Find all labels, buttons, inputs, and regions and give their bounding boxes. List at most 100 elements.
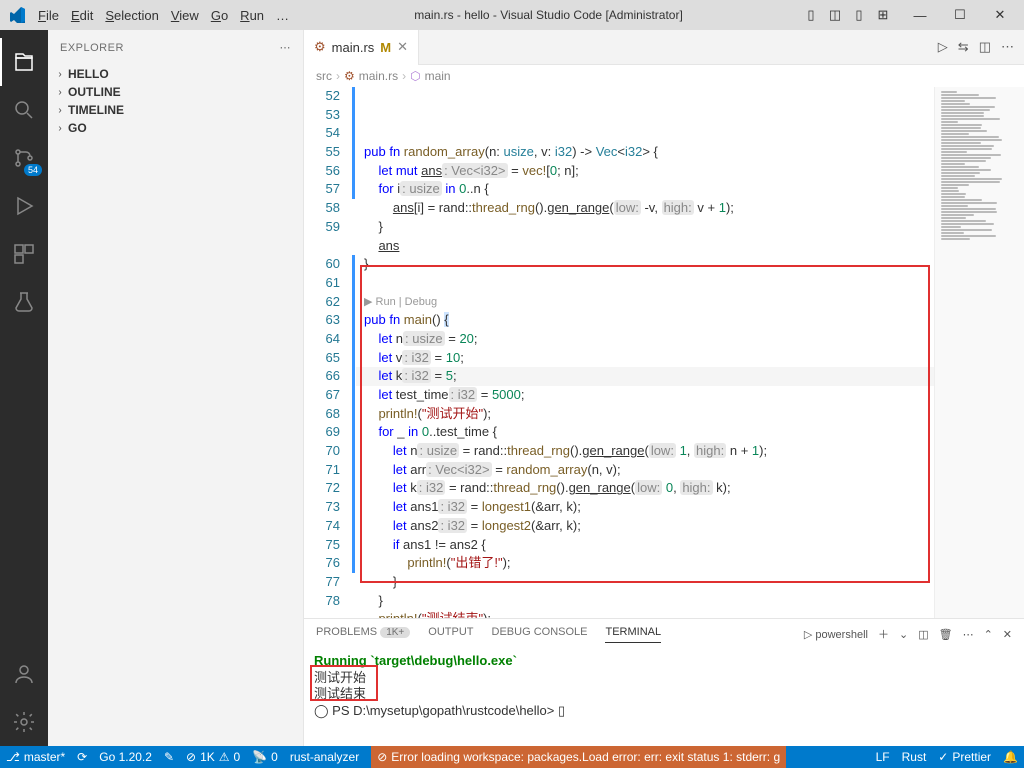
status-sync[interactable]: ⟳ bbox=[77, 750, 87, 764]
layout-sidebar-left-icon[interactable]: ▯ bbox=[802, 6, 820, 24]
code-line-68[interactable]: let arr: Vec<i32> = random_array(n, v); bbox=[356, 461, 934, 480]
code-line-66[interactable]: for _ in 0..test_time { bbox=[356, 423, 934, 442]
explorer-icon[interactable] bbox=[0, 38, 48, 86]
layout-panel-icon[interactable]: ◫ bbox=[826, 6, 844, 24]
breadcrumb-file[interactable]: main.rs bbox=[359, 69, 398, 83]
breadcrumb-src[interactable]: src bbox=[316, 69, 332, 83]
code-line-61[interactable]: let n: usize = 20; bbox=[356, 330, 934, 349]
settings-gear-icon[interactable] bbox=[0, 698, 48, 746]
split-terminal-icon[interactable]: ◫ bbox=[918, 628, 928, 641]
layout-sidebar-right-icon[interactable]: ▯ bbox=[850, 6, 868, 24]
sidebar-section-outline[interactable]: ›OUTLINE bbox=[48, 83, 303, 101]
code-editor[interactable]: 5253545556575859606162636465666768697071… bbox=[304, 87, 1024, 618]
menu-selection[interactable]: Selection bbox=[99, 8, 164, 23]
layout-customize-icon[interactable]: ⊞ bbox=[874, 6, 892, 24]
code-line-69[interactable]: let k: i32 = rand::thread_rng().gen_rang… bbox=[356, 479, 934, 498]
menu-file[interactable]: File bbox=[32, 8, 65, 23]
close-panel-icon[interactable]: ✕ bbox=[1003, 628, 1012, 641]
code-line-62[interactable]: let v: i32 = 10; bbox=[356, 349, 934, 368]
code-line-56[interactable]: } bbox=[356, 218, 934, 237]
status-problems[interactable]: ⊘ 1K ⚠ 0 bbox=[186, 750, 240, 764]
code-line-75[interactable]: } bbox=[356, 592, 934, 611]
status-ports[interactable]: 📡 0 bbox=[252, 750, 278, 764]
editor-more-icon[interactable]: ⋯ bbox=[1001, 39, 1014, 55]
window-title: main.rs - hello - Visual Studio Code [Ad… bbox=[295, 8, 802, 22]
code-line-59[interactable] bbox=[356, 274, 934, 293]
code-line-58[interactable]: } bbox=[356, 255, 934, 274]
code-line-55[interactable]: ans[i] = rand::thread_rng().gen_range(lo… bbox=[356, 199, 934, 218]
code-line-57[interactable]: ans bbox=[356, 237, 934, 256]
sidebar-title: EXPLORER bbox=[60, 42, 124, 54]
kill-terminal-icon[interactable]: 🗑 bbox=[939, 628, 953, 641]
code-line-74[interactable]: } bbox=[356, 573, 934, 592]
maximize-button[interactable]: ☐ bbox=[940, 0, 980, 30]
status-quill[interactable]: ✎ bbox=[164, 750, 174, 764]
menu-view[interactable]: View bbox=[165, 8, 205, 23]
tab-output[interactable]: OUTPUT bbox=[428, 626, 473, 642]
sidebar-more-icon[interactable]: ⋯ bbox=[280, 41, 292, 54]
status-rust-analyzer[interactable]: rust-analyzer bbox=[290, 750, 359, 764]
code-line-70[interactable]: let ans1: i32 = longest1(&arr, k); bbox=[356, 498, 934, 517]
rust-file-icon: ⚙ bbox=[314, 39, 326, 55]
code-line-65[interactable]: println!("测试开始"); bbox=[356, 405, 934, 424]
vscode-icon bbox=[4, 7, 32, 23]
code-line-72[interactable]: if ans1 != ans2 { bbox=[356, 536, 934, 555]
panel-more-icon[interactable]: ⋯ bbox=[963, 628, 974, 641]
breadcrumb[interactable]: src› ⚙main.rs› ⬡main bbox=[304, 65, 1024, 87]
status-language[interactable]: Rust bbox=[902, 750, 927, 764]
status-prettier[interactable]: ✓ Prettier bbox=[938, 750, 991, 764]
tab-problems[interactable]: PROBLEMS 1K+ bbox=[316, 626, 410, 642]
code-line-73[interactable]: println!("出错了!"); bbox=[356, 554, 934, 573]
code-line-64[interactable]: let test_time: i32 = 5000; bbox=[356, 386, 934, 405]
sidebar-section-go[interactable]: ›GO bbox=[48, 119, 303, 137]
menu-go[interactable]: Go bbox=[205, 8, 234, 23]
run-debug-icon[interactable] bbox=[0, 182, 48, 230]
menu-…[interactable]: … bbox=[270, 8, 295, 23]
code-line-76[interactable]: println!("测试结束"); bbox=[356, 610, 934, 618]
tab-main-rs[interactable]: ⚙ main.rs M ✕ bbox=[304, 30, 419, 65]
explorer-sidebar: EXPLORER ⋯ ›HELLO›OUTLINE›TIMELINE›GO bbox=[48, 30, 304, 746]
status-notifications-icon[interactable]: 🔔 bbox=[1003, 750, 1018, 764]
minimize-button[interactable]: ― bbox=[900, 0, 940, 30]
sidebar-section-timeline[interactable]: ›TIMELINE bbox=[48, 101, 303, 119]
breadcrumb-symbol[interactable]: main bbox=[425, 69, 451, 83]
code-line-60[interactable]: pub fn main() { bbox=[356, 311, 934, 330]
new-terminal-icon[interactable]: ＋ bbox=[878, 626, 889, 642]
menu-run[interactable]: Run bbox=[234, 8, 270, 23]
source-control-icon[interactable]: 54 bbox=[0, 134, 48, 182]
diff-icon[interactable]: ⇆ bbox=[958, 39, 969, 55]
terminal-output[interactable]: Running `target\debug\hello.exe`测试开始测试结束… bbox=[304, 649, 1024, 746]
title-bar: FileEditSelectionViewGoRun… main.rs - he… bbox=[0, 0, 1024, 30]
annotation-box-terminal bbox=[310, 665, 378, 701]
tab-debug-console[interactable]: DEBUG CONSOLE bbox=[492, 626, 588, 642]
terminal-dropdown-icon[interactable]: ⌄ bbox=[899, 628, 908, 641]
code-line-53[interactable]: let mut ans: Vec<i32> = vec![0; n]; bbox=[356, 162, 934, 181]
minimap[interactable] bbox=[934, 87, 1024, 618]
bottom-panel: PROBLEMS 1K+ OUTPUT DEBUG CONSOLE TERMIN… bbox=[304, 618, 1024, 746]
code-line-52[interactable]: pub fn random_array(n: usize, v: i32) ->… bbox=[356, 143, 934, 162]
search-icon[interactable] bbox=[0, 86, 48, 134]
run-icon[interactable]: ▷ bbox=[938, 39, 948, 55]
code-line-67[interactable]: let n: usize = rand::thread_rng().gen_ra… bbox=[356, 442, 934, 461]
split-editor-icon[interactable]: ◫ bbox=[979, 39, 991, 55]
status-error-msg[interactable]: ⊘ Error loading workspace: packages.Load… bbox=[371, 746, 786, 768]
code-line-54[interactable]: for i: usize in 0..n { bbox=[356, 180, 934, 199]
code-line-71[interactable]: let ans2: i32 = longest2(&arr, k); bbox=[356, 517, 934, 536]
sidebar-section-hello[interactable]: ›HELLO bbox=[48, 65, 303, 83]
testing-icon[interactable] bbox=[0, 278, 48, 326]
close-button[interactable]: ✕ bbox=[980, 0, 1020, 30]
account-icon[interactable] bbox=[0, 650, 48, 698]
terminal-profile[interactable]: ▷ powershell bbox=[804, 628, 868, 641]
tab-close-icon[interactable]: ✕ bbox=[397, 39, 408, 55]
maximize-panel-icon[interactable]: ⌃ bbox=[984, 628, 993, 641]
status-go-version[interactable]: Go 1.20.2 bbox=[99, 750, 152, 764]
code-line-63[interactable]: let k: i32 = 5; bbox=[356, 367, 934, 386]
status-eol[interactable]: LF bbox=[876, 750, 890, 764]
status-bar: ⎇ master* ⟳ Go 1.20.2 ✎ ⊘ 1K ⚠ 0 📡 0 rus… bbox=[0, 746, 1024, 768]
tab-terminal[interactable]: TERMINAL bbox=[605, 626, 661, 643]
status-branch[interactable]: ⎇ master* bbox=[6, 750, 65, 764]
codelens-run-debug[interactable]: ▶ Run | Debug bbox=[356, 293, 934, 312]
extensions-icon[interactable] bbox=[0, 230, 48, 278]
editor-area: ⚙ main.rs M ✕ ▷ ⇆ ◫ ⋯ src› ⚙main.rs› ⬡ma… bbox=[304, 30, 1024, 746]
menu-edit[interactable]: Edit bbox=[65, 8, 99, 23]
